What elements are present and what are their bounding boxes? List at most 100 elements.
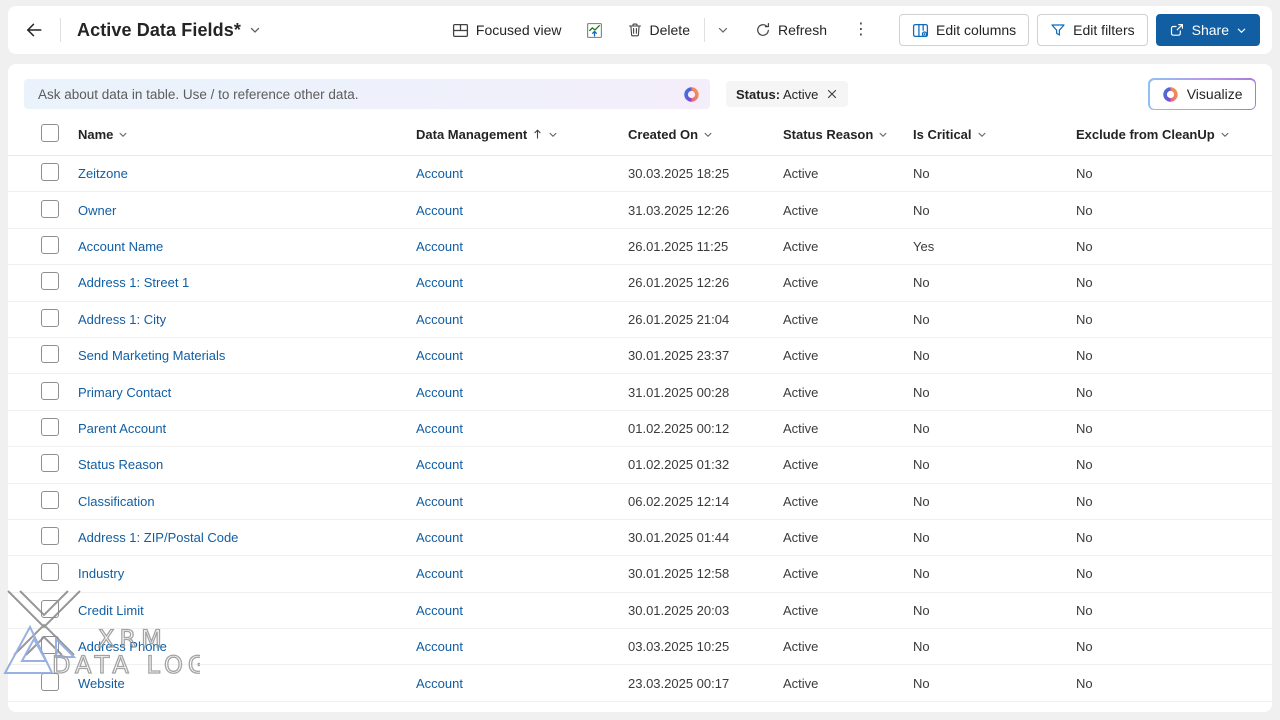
table-row: Zeitzone Account 30.03.2025 18:25 Active… (8, 156, 1272, 193)
row-data-management-link[interactable]: Account (416, 275, 463, 290)
column-header-exclude-from-cleanup[interactable]: Exclude from CleanUp (1076, 127, 1272, 142)
row-data-management-link[interactable]: Account (416, 385, 463, 400)
row-data-management-link[interactable]: Account (416, 348, 463, 363)
row-data-management-link[interactable]: Account (416, 312, 463, 327)
row-checkbox[interactable] (41, 163, 59, 182)
row-status-reason: Active (783, 639, 819, 655)
row-exclude-from-cleanup: No (1076, 166, 1093, 182)
row-name-link[interactable]: Send Marketing Materials (78, 348, 225, 363)
row-checkbox[interactable] (41, 308, 59, 327)
filter-funnel-icon (1050, 22, 1066, 38)
column-label: Created On (628, 126, 699, 142)
row-name-link[interactable]: Parent Account (78, 421, 166, 436)
chevron-down-icon (1220, 130, 1230, 140)
row-status-reason: Active (783, 348, 819, 364)
page-title: Active Data Fields* (77, 19, 241, 40)
row-checkbox[interactable] (41, 199, 59, 218)
row-created-on: 01.02.2025 01:32 (628, 457, 730, 473)
edit-filters-button[interactable]: Edit filters (1037, 14, 1148, 46)
row-created-on: 26.01.2025 21:04 (628, 311, 730, 327)
row-data-management-link[interactable]: Account (416, 566, 463, 581)
column-header-is-critical[interactable]: Is Critical (913, 127, 1076, 142)
focused-view-button[interactable]: Focused view (442, 13, 572, 47)
refresh-button[interactable]: Refresh (745, 13, 837, 47)
row-exclude-from-cleanup: No (1076, 238, 1093, 254)
row-data-management-link[interactable]: Account (416, 603, 463, 618)
row-checkbox[interactable] (41, 417, 59, 436)
edit-columns-button[interactable]: Edit columns (899, 14, 1030, 46)
row-checkbox[interactable] (41, 272, 59, 291)
row-name-link[interactable]: Address 1: City (78, 312, 166, 327)
view-selector[interactable]: Active Data Fields* (71, 16, 267, 45)
row-name-link[interactable]: Primary Contact (78, 385, 171, 400)
show-chart-button[interactable] (578, 13, 611, 47)
row-checkbox[interactable] (41, 563, 59, 582)
column-header-name[interactable]: Name (78, 127, 416, 142)
select-all-checkbox[interactable] (41, 123, 59, 142)
row-is-critical: No (913, 166, 930, 182)
row-checkbox[interactable] (41, 636, 59, 655)
row-created-on: 23.03.2025 00:17 (628, 675, 730, 691)
row-checkbox[interactable] (41, 454, 59, 473)
row-checkbox[interactable] (41, 235, 59, 254)
back-button[interactable] (18, 14, 50, 46)
row-is-critical: Yes (913, 238, 935, 254)
row-is-critical: No (913, 275, 930, 291)
row-name-link[interactable]: Owner (78, 203, 116, 218)
row-checkbox[interactable] (41, 345, 59, 364)
column-header-data-management[interactable]: Data Management (416, 127, 628, 142)
row-data-management-link[interactable]: Account (416, 639, 463, 654)
row-name-link[interactable]: Zeitzone (78, 166, 128, 181)
back-arrow-icon (25, 21, 43, 39)
filter-chip-value: Active (782, 86, 819, 102)
row-name-link[interactable]: Account Name (78, 239, 163, 254)
row-status-reason: Active (783, 238, 819, 254)
row-checkbox[interactable] (41, 599, 59, 618)
row-created-on: 30.03.2025 18:25 (628, 166, 730, 182)
row-name-link[interactable]: Website (78, 676, 125, 691)
copilot-icon[interactable] (683, 86, 700, 103)
row-name-link[interactable]: Classification (78, 494, 155, 509)
row-name-link[interactable]: Industry (78, 566, 124, 581)
share-icon (1169, 22, 1185, 38)
row-data-management-link[interactable]: Account (416, 457, 463, 472)
row-data-management-link[interactable]: Account (416, 166, 463, 181)
row-data-management-link[interactable]: Account (416, 530, 463, 545)
chevron-down-icon (118, 130, 128, 140)
focused-view-label: Focused view (475, 22, 562, 38)
row-checkbox[interactable] (41, 527, 59, 546)
delete-dropdown-button[interactable] (709, 13, 737, 47)
row-data-management-link[interactable]: Account (416, 421, 463, 436)
table-row: Address 1: Street 1 Account 26.01.2025 1… (8, 265, 1272, 302)
row-name-link[interactable]: Status Reason (78, 457, 163, 472)
row-data-management-link[interactable]: Account (416, 239, 463, 254)
filter-chip-status[interactable]: Status: Active (726, 81, 849, 107)
row-data-management-link[interactable]: Account (416, 494, 463, 509)
grid-header-row: Name Data Management Created On Status R… (8, 120, 1272, 156)
chip-dismiss-icon[interactable] (826, 88, 838, 100)
row-status-reason: Active (783, 275, 819, 291)
column-header-created-on[interactable]: Created On (628, 127, 783, 142)
row-name-link[interactable]: Address 1: Street 1 (78, 275, 189, 290)
copilot-bar: Ask about data in table. Use / to refere… (8, 64, 1272, 120)
row-name-link[interactable]: Credit Limit (78, 603, 144, 618)
more-commands-button[interactable]: ⋮ (845, 13, 877, 47)
focused-view-icon (452, 22, 469, 39)
table-row: Website Account 23.03.2025 00:17 Active … (8, 665, 1272, 702)
delete-button[interactable]: Delete (617, 13, 700, 47)
row-data-management-link[interactable]: Account (416, 676, 463, 691)
row-is-critical: No (913, 420, 930, 436)
row-checkbox[interactable] (41, 672, 59, 691)
row-name-link[interactable]: Address 1: ZIP/Postal Code (78, 530, 238, 545)
visualize-button[interactable]: Visualize (1148, 78, 1256, 110)
command-bar-right: Edit columns Edit filters Share (899, 14, 1260, 46)
row-name-link[interactable]: Address Phone (78, 639, 167, 654)
column-header-status-reason[interactable]: Status Reason (783, 127, 913, 142)
row-checkbox[interactable] (41, 490, 59, 509)
refresh-label: Refresh (777, 22, 828, 38)
row-exclude-from-cleanup: No (1076, 420, 1093, 436)
row-checkbox[interactable] (41, 381, 59, 400)
row-data-management-link[interactable]: Account (416, 203, 463, 218)
copilot-ask-input[interactable]: Ask about data in table. Use / to refere… (24, 79, 710, 109)
share-button[interactable]: Share (1155, 14, 1260, 46)
